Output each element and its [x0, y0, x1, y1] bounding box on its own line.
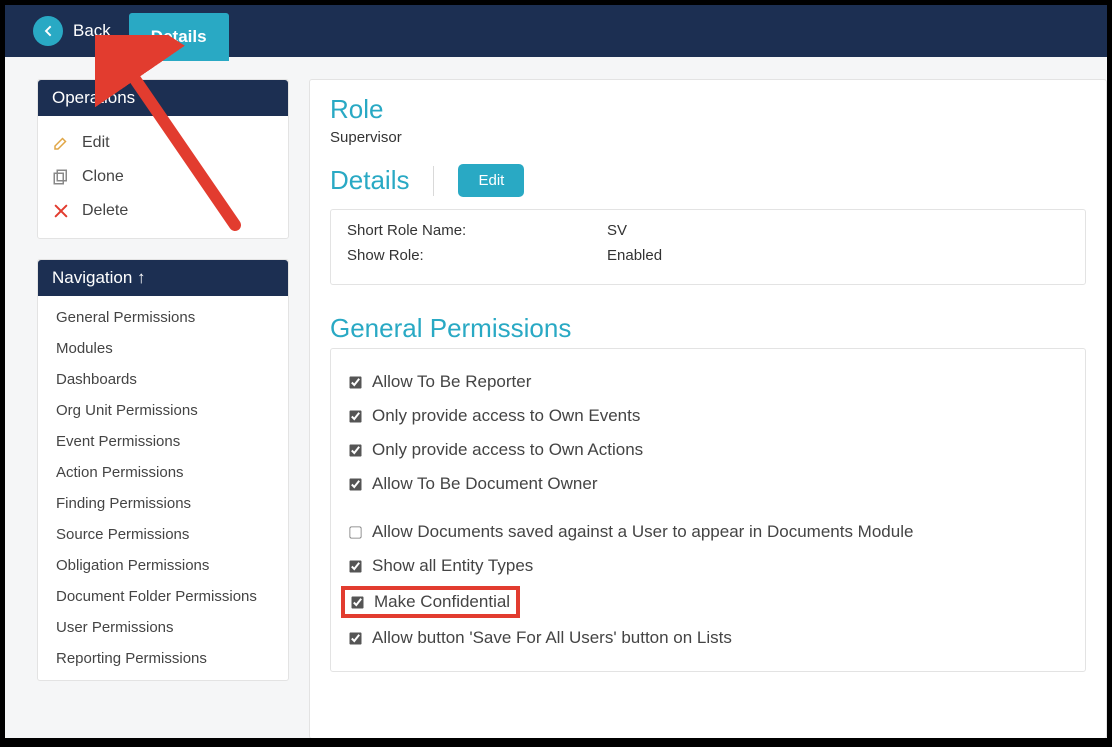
permission-item[interactable]: Allow Documents saved against a User to …: [349, 515, 1067, 549]
clone-icon: [52, 168, 70, 186]
main-content: Role Supervisor Details Edit Short Role …: [309, 79, 1107, 739]
nav-source-permissions[interactable]: Source Permissions: [38, 519, 288, 550]
edit-icon: [52, 134, 70, 152]
permission-checkbox[interactable]: [349, 478, 361, 490]
permission-label: Show all Entity Types: [372, 556, 533, 576]
permission-label: Make Confidential: [374, 592, 510, 612]
role-value: Supervisor: [330, 129, 1086, 146]
role-heading: Role: [330, 94, 1086, 125]
back-label: Back: [73, 21, 111, 41]
nav-document-folder-permissions[interactable]: Document Folder Permissions: [38, 581, 288, 612]
details-heading: Details: [330, 165, 409, 196]
permission-checkbox[interactable]: [349, 410, 361, 422]
navigation-list: General Permissions Modules Dashboards O…: [38, 296, 288, 680]
nav-reporting-permissions[interactable]: Reporting Permissions: [38, 643, 288, 674]
permission-item[interactable]: Show all Entity Types: [349, 549, 1067, 583]
permission-checkbox[interactable]: [351, 596, 363, 608]
operation-clone[interactable]: Clone: [52, 160, 274, 194]
details-info-box: Short Role Name: SV Show Role: Enabled: [330, 209, 1086, 285]
operation-label: Clone: [82, 168, 124, 186]
nav-dashboards[interactable]: Dashboards: [38, 364, 288, 395]
nav-general-permissions[interactable]: General Permissions: [38, 302, 288, 333]
nav-obligation-permissions[interactable]: Obligation Permissions: [38, 550, 288, 581]
permission-item[interactable]: Allow button 'Save For All Users' button…: [349, 621, 1067, 655]
back-button[interactable]: Back: [33, 16, 111, 46]
short-role-name-value: SV: [607, 222, 627, 239]
top-bar: Back Details: [5, 5, 1107, 57]
permission-item[interactable]: Allow To Be Reporter: [349, 365, 1067, 399]
nav-org-unit-permissions[interactable]: Org Unit Permissions: [38, 395, 288, 426]
operations-header: Operations: [38, 80, 288, 116]
permission-label: Allow button 'Save For All Users' button…: [372, 628, 732, 648]
operation-label: Delete: [82, 202, 128, 220]
permission-checkbox[interactable]: [349, 526, 361, 538]
operation-edit[interactable]: Edit: [52, 126, 274, 160]
tab-details[interactable]: Details: [129, 13, 229, 61]
nav-modules[interactable]: Modules: [38, 333, 288, 364]
operation-label: Edit: [82, 134, 110, 152]
back-arrow-icon: [33, 16, 63, 46]
nav-finding-permissions[interactable]: Finding Permissions: [38, 488, 288, 519]
permission-checkbox[interactable]: [349, 632, 361, 644]
permission-checkbox[interactable]: [349, 444, 361, 456]
short-role-name-label: Short Role Name:: [347, 222, 607, 239]
permission-label: Only provide access to Own Actions: [372, 440, 643, 460]
divider: [433, 166, 434, 196]
permission-label: Allow To Be Reporter: [372, 372, 531, 392]
navigation-header: Navigation ↑: [38, 260, 288, 296]
permission-label: Only provide access to Own Events: [372, 406, 640, 426]
edit-button[interactable]: Edit: [458, 164, 524, 197]
permission-checkbox[interactable]: [349, 376, 361, 388]
permission-label: Allow Documents saved against a User to …: [372, 522, 913, 542]
permission-item[interactable]: Only provide access to Own Events: [349, 399, 1067, 433]
permission-item[interactable]: Only provide access to Own Actions: [349, 433, 1067, 467]
permission-checkbox[interactable]: [349, 560, 361, 572]
operation-delete[interactable]: Delete: [52, 194, 274, 228]
permission-label: Allow To Be Document Owner: [372, 474, 598, 494]
show-role-label: Show Role:: [347, 247, 607, 264]
permissions-box: Allow To Be Reporter Only provide access …: [330, 348, 1086, 672]
navigation-panel: Navigation ↑ General Permissions Modules…: [37, 259, 289, 681]
permission-highlight: Make Confidential: [341, 586, 520, 618]
operations-panel: Operations Edit Clone: [37, 79, 289, 239]
general-permissions-heading: General Permissions: [330, 313, 1086, 344]
permission-item[interactable]: Allow To Be Document Owner: [349, 467, 1067, 501]
nav-user-permissions[interactable]: User Permissions: [38, 612, 288, 643]
delete-icon: [52, 202, 70, 220]
nav-action-permissions[interactable]: Action Permissions: [38, 457, 288, 488]
nav-event-permissions[interactable]: Event Permissions: [38, 426, 288, 457]
show-role-value: Enabled: [607, 247, 662, 264]
